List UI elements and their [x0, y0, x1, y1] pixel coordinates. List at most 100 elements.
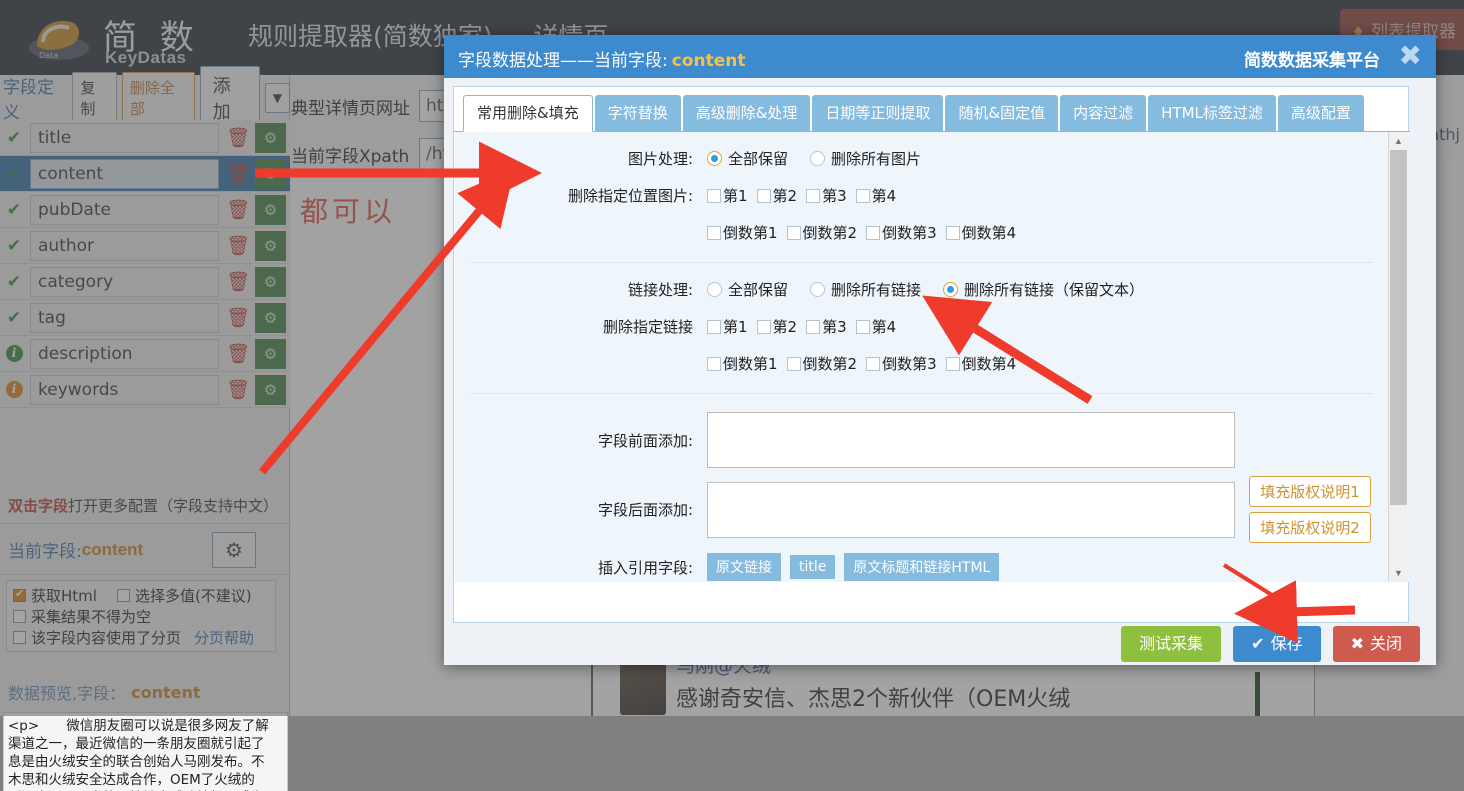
link-handling-radios: 全部保留 删除所有链接 删除所有链接（保留文本） [707, 279, 1389, 300]
tab-4[interactable]: 随机&固定值 [945, 95, 1058, 132]
scrollbar-thumb[interactable] [1390, 150, 1407, 505]
reference-button-1[interactable]: title [790, 555, 835, 579]
link-position-backward-checkboxes: 倒数第1倒数第2倒数第3倒数第4 [707, 353, 1389, 374]
tab-7[interactable]: 高级配置 [1278, 95, 1364, 132]
fill-copyright-2-button[interactable]: 填充版权说明2 [1249, 512, 1371, 543]
dialog-brand: 简数数据采集平台 [1244, 46, 1380, 71]
save-button-label: 保存 [1271, 634, 1303, 653]
image-pos-bwd-label-1: 倒数第2 [803, 222, 858, 243]
radio-link-delete-keep-text[interactable] [943, 282, 958, 297]
dialog-titlebar: 字段数据处理——当前字段:content 简数数据采集平台 ✖ [444, 35, 1436, 78]
radio-image-keep-all[interactable] [707, 151, 722, 166]
prefix-row: 字段前面添加: [455, 412, 1389, 468]
field-data-processing-dialog: 字段数据处理——当前字段:content 简数数据采集平台 ✖ 常用删除&填充字… [444, 35, 1436, 665]
image-pos-bwd-label-3: 倒数第4 [962, 222, 1017, 243]
reference-button-2[interactable]: 原文标题和链接HTML [844, 553, 999, 581]
image-handling-label: 图片处理: [455, 148, 707, 169]
fill-copyright-1-button[interactable]: 填充版权说明1 [1249, 476, 1371, 507]
link-pos-bwd-label-3: 倒数第4 [962, 353, 1017, 374]
image-pos-fwd-checkbox-2[interactable] [806, 189, 820, 203]
radio-link-keep-all[interactable] [707, 282, 722, 297]
link-pos-fwd-checkbox-2[interactable] [806, 320, 820, 334]
prefix-label: 字段前面添加: [455, 430, 707, 451]
link-pos-bwd-checkbox-2[interactable] [866, 357, 880, 371]
link-pos-bwd-label-2: 倒数第3 [882, 353, 937, 374]
tab-0[interactable]: 常用删除&填充 [463, 95, 593, 132]
suffix-label: 字段后面添加: [455, 499, 707, 520]
image-pos-fwd-label-2: 第3 [822, 185, 847, 206]
link-pos-bwd-checkbox-1[interactable] [787, 357, 801, 371]
prefix-textarea[interactable] [707, 412, 1235, 468]
form-scrollbar[interactable]: ▲ ▼ [1388, 132, 1407, 582]
link-pos-fwd-label-3: 第4 [872, 316, 897, 337]
dialog-title: 字段数据处理——当前字段:content [458, 46, 745, 71]
link-pos-fwd-label-0: 第1 [723, 316, 748, 337]
tab-5[interactable]: 内容过滤 [1060, 95, 1146, 132]
image-pos-fwd-label-1: 第2 [773, 185, 798, 206]
divider-1 [471, 262, 1373, 263]
scroll-up-arrow-icon[interactable]: ▲ [1389, 132, 1408, 150]
test-collect-button[interactable]: 测试采集 [1121, 626, 1221, 662]
image-pos-fwd-label-3: 第4 [872, 185, 897, 206]
tabs-panel: 常用删除&填充字符替换高级删除&处理日期等正则提取随机&固定值内容过滤HTML标… [453, 86, 1409, 623]
dialog-title-field: content [672, 51, 746, 71]
dialog-title-separator: : [662, 51, 668, 71]
delete-link-position-label: 删除指定链接 [455, 316, 707, 337]
insert-reference-label: 插入引用字段: [455, 557, 707, 578]
image-pos-fwd-label-0: 第1 [723, 185, 748, 206]
reference-field-buttons: 原文链接 title 原文标题和链接HTML [707, 553, 1389, 581]
radio-link-delete-all-label: 删除所有链接 [831, 279, 921, 300]
image-pos-bwd-label-2: 倒数第3 [882, 222, 937, 243]
link-pos-bwd-label-0: 倒数第1 [723, 353, 778, 374]
link-position-forward-checkboxes: 第1第2第3第4 [707, 316, 1389, 337]
dialog-footer: 测试采集 ✔保存 ✖ 关闭 [444, 623, 1436, 665]
image-pos-bwd-checkbox-3[interactable] [946, 226, 960, 240]
image-pos-fwd-checkbox-3[interactable] [856, 189, 870, 203]
tab-6[interactable]: HTML标签过滤 [1148, 95, 1276, 132]
dialog-title-prefix: 字段数据处理——当前字段 [458, 51, 662, 71]
tab-1[interactable]: 字符替换 [595, 95, 681, 132]
delete-image-position-label: 删除指定位置图片: [455, 185, 707, 206]
close-button[interactable]: ✖ 关闭 [1333, 626, 1420, 662]
link-pos-fwd-label-1: 第2 [773, 316, 798, 337]
delete-image-position-backward-row: 倒数第1 倒数第2 倒数第3 倒数第4 [455, 222, 1389, 243]
link-pos-fwd-checkbox-1[interactable] [757, 320, 771, 334]
suffix-textarea[interactable] [707, 482, 1235, 538]
link-pos-bwd-checkbox-0[interactable] [707, 357, 721, 371]
cross-icon: ✖ [1351, 634, 1364, 653]
scroll-down-arrow-icon[interactable]: ▼ [1389, 564, 1408, 582]
tab-3[interactable]: 日期等正则提取 [812, 95, 943, 132]
link-pos-fwd-checkbox-0[interactable] [707, 320, 721, 334]
dialog-body: 常用删除&填充字符替换高级删除&处理日期等正则提取随机&固定值内容过滤HTML标… [444, 78, 1436, 623]
close-icon[interactable]: ✖ [1399, 41, 1422, 71]
save-button[interactable]: ✔保存 [1233, 626, 1320, 662]
link-handling-label: 链接处理: [455, 279, 707, 300]
link-handling-row: 链接处理: 全部保留 删除所有链接 删除所有链接（保留文本） [455, 279, 1389, 300]
image-pos-bwd-checkbox-0[interactable] [707, 226, 721, 240]
delete-link-position-backward-row: 倒数第1倒数第2倒数第3倒数第4 [455, 353, 1389, 374]
radio-image-delete-all-label: 删除所有图片 [831, 148, 921, 169]
image-pos-fwd-checkbox-1[interactable] [757, 189, 771, 203]
image-position-backward-checkboxes: 倒数第1 倒数第2 倒数第3 倒数第4 [707, 222, 1389, 243]
image-pos-bwd-checkbox-2[interactable] [866, 226, 880, 240]
image-handling-radios: 全部保留 删除所有图片 [707, 148, 1389, 169]
image-pos-bwd-checkbox-1[interactable] [787, 226, 801, 240]
radio-image-keep-all-label: 全部保留 [728, 148, 788, 169]
radio-link-keep-all-label: 全部保留 [728, 279, 788, 300]
radio-link-delete-all[interactable] [810, 282, 825, 297]
link-pos-fwd-checkbox-3[interactable] [856, 320, 870, 334]
radio-link-delete-keep-text-label: 删除所有链接（保留文本） [964, 279, 1144, 300]
tab-2[interactable]: 高级删除&处理 [683, 95, 811, 132]
radio-image-delete-all[interactable] [810, 151, 825, 166]
image-pos-bwd-label-0: 倒数第1 [723, 222, 778, 243]
link-pos-bwd-checkbox-3[interactable] [946, 357, 960, 371]
image-handling-row: 图片处理: 全部保留 删除所有图片 [455, 148, 1389, 169]
image-pos-fwd-checkbox-0[interactable] [707, 189, 721, 203]
reference-button-0[interactable]: 原文链接 [707, 553, 781, 581]
suffix-field-wrap: 填充版权说明1 填充版权说明2 [707, 476, 1389, 543]
close-button-label: 关闭 [1370, 634, 1402, 653]
form-content: 图片处理: 全部保留 删除所有图片 删除指定位置图片: 第1 第2 第3 第4 [455, 148, 1389, 581]
form-scroll-area: 图片处理: 全部保留 删除所有图片 删除指定位置图片: 第1 第2 第3 第4 [455, 132, 1409, 582]
data-preview-content: <p> 微信朋友圈可以说是很多网友了解 渠道之一，最近微信的一条朋友圈就引起了 … [3, 712, 288, 791]
image-position-forward-checkboxes: 第1 第2 第3 第4 [707, 185, 1389, 206]
